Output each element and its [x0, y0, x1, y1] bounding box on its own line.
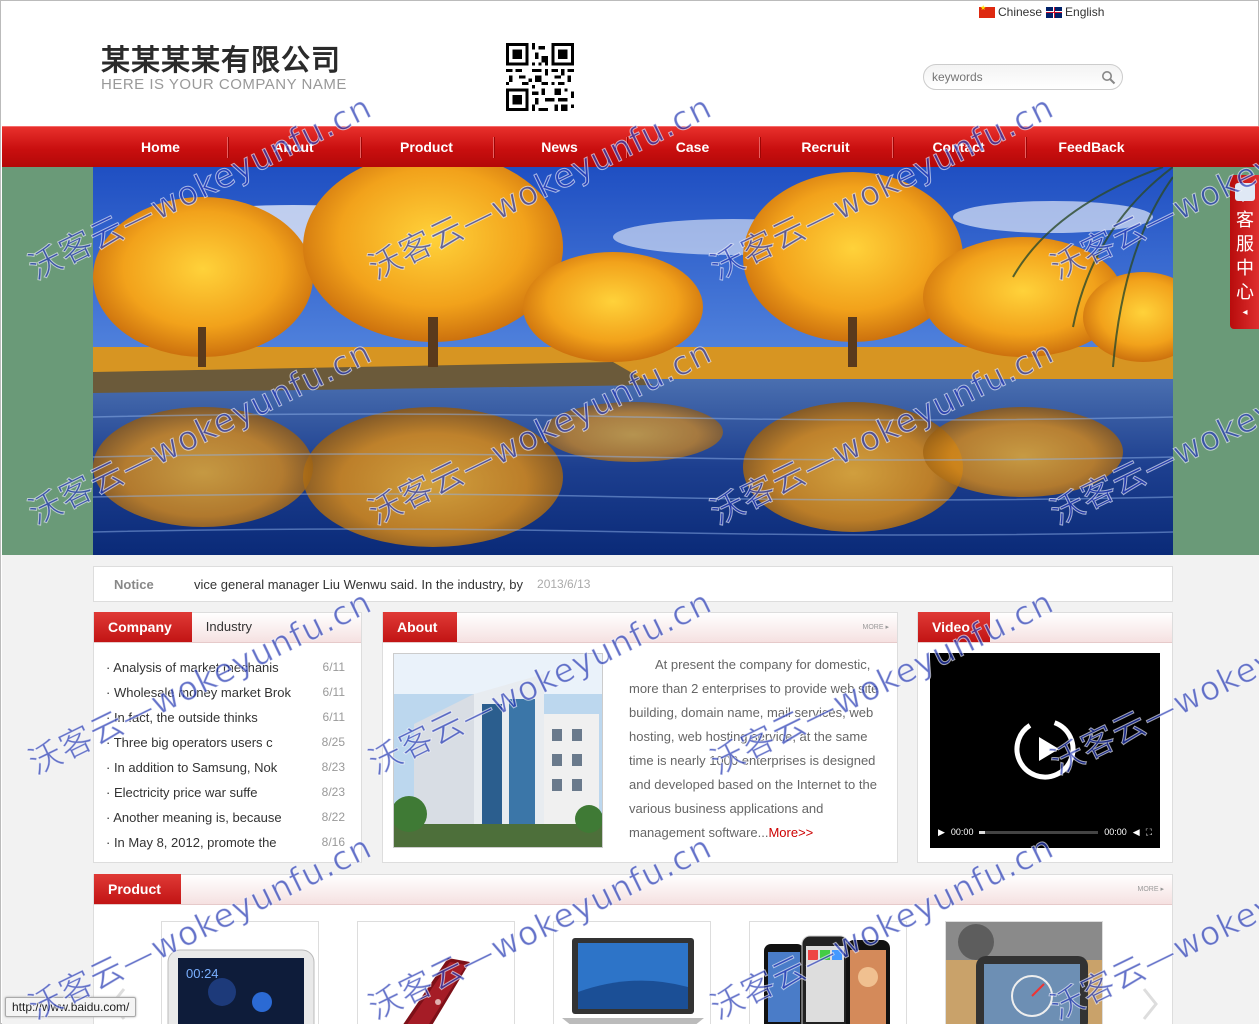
banner-image: [93, 167, 1173, 555]
about-panel: About MORE ▸ At present the company for …: [382, 612, 898, 863]
news-title: · Electricity price war suffe: [106, 785, 258, 800]
notice-text[interactable]: vice general manager Liu Wenwu said. In …: [194, 577, 523, 592]
nav-product[interactable]: Product: [360, 127, 493, 168]
nav-case[interactable]: Case: [626, 127, 759, 168]
list-item[interactable]: · In addition to Samsung, Nok 8/23: [106, 755, 345, 780]
news-date: 8/22: [321, 810, 345, 824]
list-item[interactable]: · Analysis of market mechanis 6/11: [106, 655, 345, 680]
company-news-list: · Analysis of market mechanis 6/11 · Whole…: [94, 643, 361, 855]
nav-about[interactable]: About: [227, 127, 360, 168]
product-item-laptop[interactable]: [553, 921, 711, 1024]
search-icon: [1101, 70, 1115, 84]
news-date: 6/11: [322, 710, 345, 724]
chevron-right-icon[interactable]: [1140, 987, 1160, 1021]
product-item-smartphones[interactable]: [749, 921, 907, 1024]
video-progress-bar[interactable]: [979, 830, 1099, 834]
about-title: About: [383, 612, 458, 642]
news-title: · In fact, the outside thinks: [106, 710, 258, 725]
product-title: Product: [94, 874, 181, 904]
lang-chinese-label: Chinese: [998, 5, 1043, 19]
browser-status-bar: http://www.baidu.com/: [5, 997, 137, 1017]
tab-industry[interactable]: Industry: [192, 612, 252, 642]
customer-service-tab[interactable]: 客 服 中 心 ◂: [1230, 175, 1259, 329]
search-button[interactable]: [1094, 65, 1122, 89]
video-time-total: 00:00: [1104, 827, 1127, 837]
uk-flag-icon: [1046, 6, 1063, 18]
list-item[interactable]: · Another meaning is, because 8/22: [106, 805, 345, 830]
company-building-image[interactable]: [393, 653, 603, 848]
main-navigation: Home About Product News Case Recruit Con…: [2, 126, 1259, 167]
news-title: · In May 8, 2012, promote the: [106, 835, 277, 850]
logo-english-name: HERE IS YOUR COMPANY NAME: [101, 76, 347, 93]
search-box: [923, 64, 1123, 90]
company-news-panel: Company Industry · Analysis of market me…: [93, 612, 362, 863]
play-icon[interactable]: ▶: [938, 827, 945, 838]
news-title: · Wholesale money market Brok: [106, 685, 291, 700]
company-panel-header: Company Industry: [94, 612, 361, 643]
product-item-laptop-red[interactable]: [357, 921, 515, 1024]
product-panel: Product MORE ▸ 00:24: [93, 874, 1173, 1024]
company-logo[interactable]: 某某某某有限公司 HERE IS YOUR COMPANY NAME: [101, 43, 347, 93]
about-more-button[interactable]: MORE ▸: [863, 623, 889, 631]
notice-bar: Notice vice general manager Liu Wenwu sa…: [93, 566, 1173, 602]
list-item[interactable]: · Wholesale money market Brok 6/11: [106, 680, 345, 705]
news-date: 8/23: [321, 760, 345, 774]
list-item[interactable]: · In May 8, 2012, promote the 8/16: [106, 830, 345, 855]
lang-english[interactable]: English: [1046, 5, 1104, 19]
news-title: · Another meaning is, because: [106, 810, 282, 825]
nav-home[interactable]: Home: [94, 127, 227, 168]
play-circle-icon[interactable]: [1013, 717, 1077, 781]
nav-recruit[interactable]: Recruit: [759, 127, 892, 168]
customer-service-label: 客 服 中 心: [1236, 210, 1254, 303]
product-panel-header: Product MORE ▸: [94, 874, 1172, 905]
language-bar: Chinese English: [979, 4, 1104, 19]
banner-background: [2, 167, 1259, 555]
qr-code-icon: [506, 43, 574, 111]
nav-feedback[interactable]: FeedBack: [1025, 127, 1158, 168]
about-more-link[interactable]: More>>: [768, 825, 813, 840]
video-panel-header: Video: [918, 612, 1172, 643]
volume-icon[interactable]: ◀: [1133, 827, 1140, 838]
product-item-tablet[interactable]: 00:24: [161, 921, 319, 1024]
news-date: 8/25: [321, 735, 345, 749]
list-item[interactable]: · Electricity price war suffe 8/23: [106, 780, 345, 805]
logo-chinese-name: 某某某某有限公司: [101, 43, 342, 77]
fullscreen-icon[interactable]: ⛶: [1146, 827, 1152, 838]
list-item[interactable]: · Three big operators users c 8/25: [106, 730, 345, 755]
lang-chinese[interactable]: Chinese: [979, 4, 1043, 19]
chat-bubble-icon: [1235, 183, 1255, 202]
svg-text:00:24: 00:24: [186, 966, 219, 981]
search-input[interactable]: [924, 65, 1094, 89]
news-date: 8/23: [321, 785, 345, 799]
tab-company[interactable]: Company: [94, 612, 192, 642]
video-title: Video: [918, 612, 990, 642]
news-title: · Three big operators users c: [106, 735, 273, 750]
notice-date: 2013/6/13: [537, 577, 591, 591]
product-item-gps-device[interactable]: [945, 921, 1103, 1024]
video-controls: ▶ 00:00 00:00 ◀ ⛶: [930, 824, 1160, 840]
video-player[interactable]: ▶ 00:00 00:00 ◀ ⛶: [930, 653, 1160, 848]
video-time-current: 00:00: [950, 827, 974, 837]
about-panel-header: About MORE ▸: [383, 612, 897, 643]
news-title: · In addition to Samsung, Nok: [106, 760, 278, 775]
news-title: · Analysis of market mechanis: [106, 660, 279, 675]
news-date: 8/16: [321, 835, 345, 849]
chevron-left-icon: ◂: [1242, 307, 1248, 318]
news-date: 6/11: [322, 685, 345, 699]
product-more-button[interactable]: MORE ▸: [1138, 885, 1164, 893]
lang-english-label: English: [1065, 5, 1105, 19]
about-description: At present the company for domestic, mor…: [629, 657, 879, 840]
notice-label: Notice: [114, 576, 154, 592]
news-date: 6/11: [322, 660, 345, 674]
list-item[interactable]: · In fact, the outside thinks 6/11: [106, 705, 345, 730]
nav-contact[interactable]: Contact: [892, 127, 1025, 168]
china-flag-icon: [979, 4, 995, 18]
video-panel: Video ▶ 00:00 00:00 ◀ ⛶: [917, 612, 1173, 863]
nav-news[interactable]: News: [493, 127, 626, 168]
